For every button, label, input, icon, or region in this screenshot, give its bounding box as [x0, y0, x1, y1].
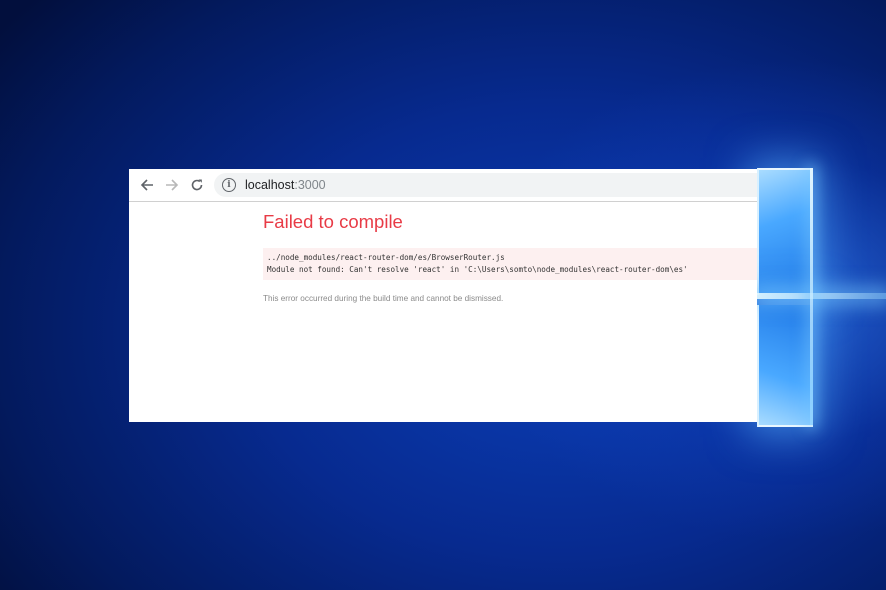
forward-button[interactable] [160, 173, 184, 197]
error-file-path: ../node_modules/react-router-dom/es/Brow… [267, 253, 505, 262]
back-button[interactable] [135, 173, 159, 197]
error-details: ../node_modules/react-router-dom/es/Brow… [263, 248, 757, 280]
windows-logo-top-pane [757, 168, 813, 295]
reload-button[interactable] [185, 173, 209, 197]
arrow-right-icon [166, 179, 179, 191]
windows-logo-vertical-beam [810, 168, 813, 425]
error-title: Failed to compile [263, 211, 403, 232]
address-bar[interactable]: i localhost:3000 [214, 173, 757, 197]
error-note: This error occurred during the build tim… [263, 294, 504, 303]
windows-logo-bottom-pane [757, 305, 813, 427]
browser-window: i localhost:3000 Failed to compile ../no… [129, 169, 757, 422]
windows-logo-horizontal-beam [757, 293, 886, 299]
url-port: :3000 [294, 178, 326, 192]
info-icon[interactable]: i [222, 178, 236, 192]
error-message: Module not found: Can't resolve 'react' … [267, 265, 688, 274]
page-content: Failed to compile ../node_modules/react-… [129, 202, 757, 422]
reload-icon [191, 179, 203, 191]
arrow-left-icon [140, 179, 153, 191]
url-host: localhost [245, 178, 295, 192]
browser-toolbar: i localhost:3000 [129, 169, 757, 202]
url-text: localhost:3000 [245, 178, 326, 192]
